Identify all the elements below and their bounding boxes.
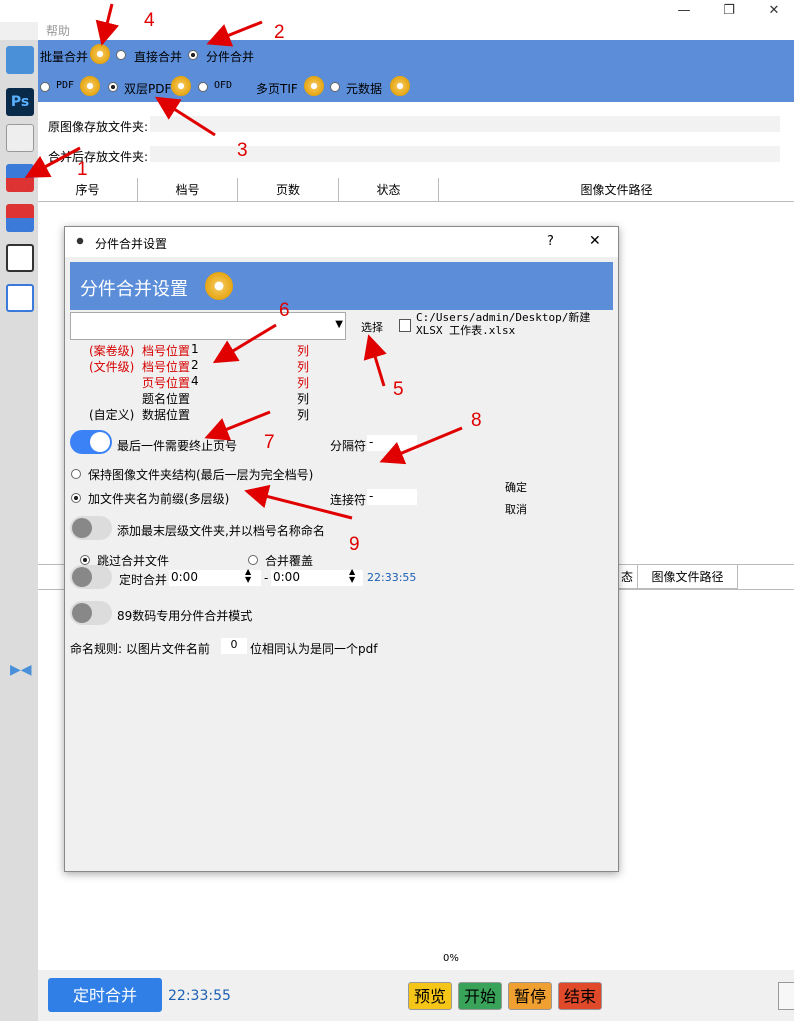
- annotation-arrow-8: [379, 426, 463, 465]
- annotation-arrow-2: [206, 20, 263, 47]
- annotation-arrow-3: [154, 96, 216, 137]
- annotation-9: 9: [349, 534, 360, 555]
- annotation-7: 7: [264, 432, 275, 453]
- annotation-2: 2: [274, 22, 285, 43]
- annotation-4: 4: [144, 10, 155, 31]
- annotation-overlay: [24, 3, 463, 520]
- annotation-arrow-6: [212, 323, 277, 364]
- annotation-5: 5: [393, 379, 404, 400]
- annotation-arrow-9: [244, 484, 353, 520]
- annotation-1: 1: [77, 159, 88, 180]
- annotation-arrow-1: [24, 146, 81, 178]
- annotation-arrow-7: [204, 410, 271, 441]
- annotation-8: 8: [471, 410, 482, 431]
- annotation-arrow-5: [363, 334, 387, 387]
- annotation-6: 6: [279, 300, 290, 321]
- annotation-3: 3: [237, 140, 248, 161]
- annotation-arrow-4: [95, 3, 120, 46]
